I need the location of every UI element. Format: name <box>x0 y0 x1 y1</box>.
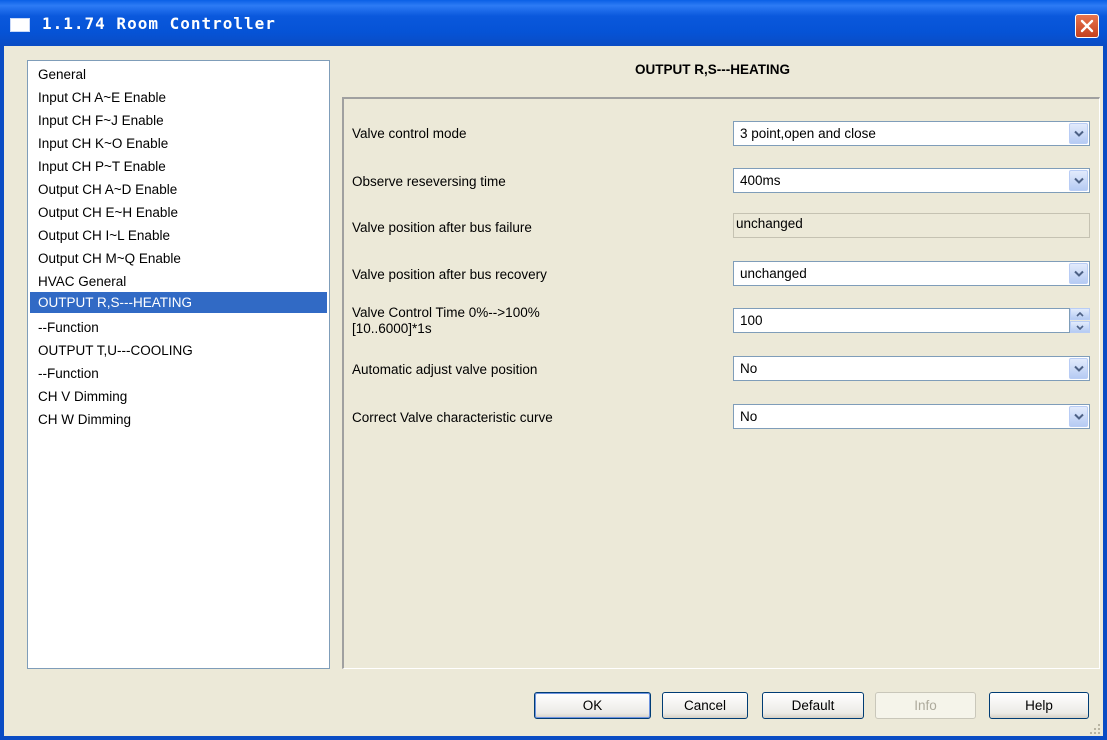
bus-recovery-label: Valve position after bus recovery <box>352 267 547 282</box>
bus-failure-value: unchanged <box>736 216 803 231</box>
reversing-time-label: Observe reseversing time <box>352 174 506 189</box>
tree-item-output-tu-cooling[interactable]: OUTPUT T,U---COOLING <box>36 340 197 361</box>
bus-recovery-value: unchanged <box>740 266 807 281</box>
info-button[interactable]: Info <box>875 692 976 719</box>
valve-curve-select[interactable]: No <box>733 404 1090 429</box>
dropdown-button[interactable] <box>1069 263 1088 284</box>
tree-item-input-ch-p-t[interactable]: Input CH P~T Enable <box>36 156 170 177</box>
window-title: 1.1.74 Room Controller <box>42 14 276 33</box>
tree-item-hvac-general[interactable]: HVAC General <box>36 271 130 292</box>
valve-control-time-label: Valve Control Time 0%-->100% <box>352 305 540 320</box>
tree-item-input-ch-a-e[interactable]: Input CH A~E Enable <box>36 87 170 108</box>
close-button[interactable] <box>1075 14 1099 38</box>
tree-item-ch-w-dimming[interactable]: CH W Dimming <box>36 409 135 430</box>
window-icon <box>10 18 30 32</box>
valve-control-mode-value: 3 point,open and close <box>740 126 876 141</box>
reversing-time-value: 400ms <box>740 173 781 188</box>
tree-item-input-ch-f-j[interactable]: Input CH F~J Enable <box>36 110 168 131</box>
chevron-up-icon <box>1076 311 1084 317</box>
valve-control-time-stepper[interactable] <box>1070 308 1090 333</box>
dropdown-button[interactable] <box>1069 123 1088 144</box>
chevron-down-icon <box>1073 130 1084 137</box>
tree-item-output-rs-heating[interactable]: OUTPUT R,S---HEATING <box>30 292 327 313</box>
default-button[interactable]: Default <box>762 692 864 719</box>
tree-item-output-ch-i-l[interactable]: Output CH I~L Enable <box>36 225 174 246</box>
dropdown-button[interactable] <box>1069 358 1088 379</box>
valve-control-time-value: 100 <box>740 313 763 328</box>
bus-recovery-select[interactable]: unchanged <box>733 261 1090 286</box>
valve-curve-label: Correct Valve characteristic curve <box>352 410 553 425</box>
valve-control-time-input[interactable]: 100 <box>733 308 1070 333</box>
spin-up-button[interactable] <box>1070 308 1090 320</box>
chevron-down-icon <box>1073 270 1084 277</box>
tree-item-general[interactable]: General <box>36 64 90 85</box>
page-title: OUTPUT R,S---HEATING <box>635 62 790 77</box>
auto-adjust-label: Automatic adjust valve position <box>352 362 538 377</box>
tree-item-ch-v-dimming[interactable]: CH V Dimming <box>36 386 131 407</box>
tree-item-output-ch-m-q[interactable]: Output CH M~Q Enable <box>36 248 185 269</box>
resize-grip-icon[interactable] <box>1088 722 1102 736</box>
tree-item-input-ch-k-o[interactable]: Input CH K~O Enable <box>36 133 172 154</box>
tree-item-output-ch-e-h[interactable]: Output CH E~H Enable <box>36 202 182 223</box>
bus-failure-field: unchanged <box>733 213 1090 238</box>
bus-failure-label: Valve position after bus failure <box>352 220 532 235</box>
valve-control-time-range-label: [10..6000]*1s <box>352 321 432 336</box>
valve-curve-value: No <box>740 409 758 424</box>
chevron-down-icon <box>1073 413 1084 420</box>
help-button[interactable]: Help <box>989 692 1089 719</box>
tree-item-output-ch-a-d[interactable]: Output CH A~D Enable <box>36 179 181 200</box>
auto-adjust-select[interactable]: No <box>733 356 1090 381</box>
dropdown-button[interactable] <box>1069 406 1088 427</box>
valve-control-mode-label: Valve control mode <box>352 126 467 141</box>
dropdown-button[interactable] <box>1069 170 1088 191</box>
tree-item-cooling-function[interactable]: --Function <box>36 363 103 384</box>
auto-adjust-value: No <box>740 361 758 376</box>
spin-down-button[interactable] <box>1070 321 1090 333</box>
reversing-time-select[interactable]: 400ms <box>733 168 1090 193</box>
chevron-down-icon <box>1073 365 1084 372</box>
cancel-button[interactable]: Cancel <box>662 692 748 719</box>
title-bar: 1.1.74 Room Controller <box>0 0 1107 46</box>
tree-item-heating-function[interactable]: --Function <box>36 317 103 338</box>
ok-button[interactable]: OK <box>534 692 651 719</box>
chevron-down-icon <box>1076 324 1084 330</box>
chevron-down-icon <box>1073 177 1084 184</box>
close-icon <box>1080 19 1094 33</box>
valve-control-mode-select[interactable]: 3 point,open and close <box>733 121 1090 146</box>
parameter-tree[interactable]: General Input CH A~E Enable Input CH F~J… <box>27 60 330 669</box>
